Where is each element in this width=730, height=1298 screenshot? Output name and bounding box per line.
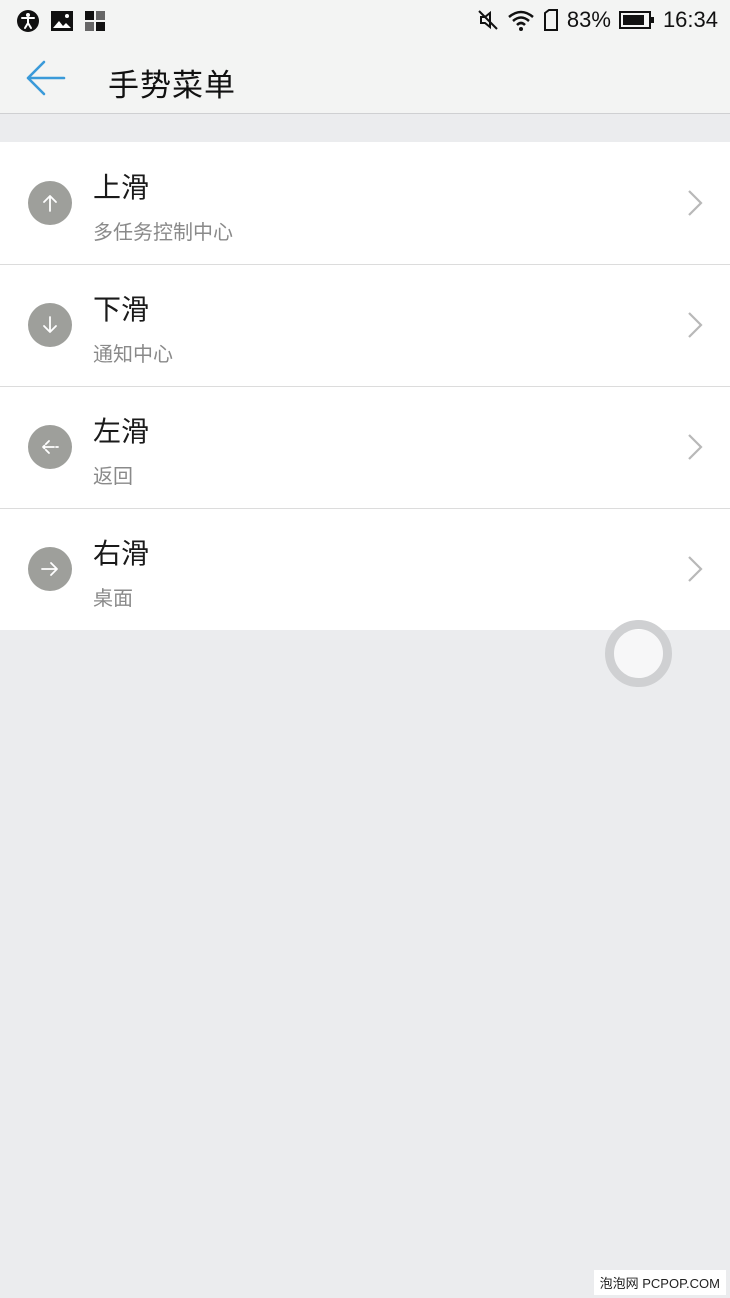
battery-icon (618, 11, 654, 29)
sim-icon (543, 9, 558, 31)
back-button[interactable] (22, 56, 68, 100)
page-title: 手势菜单 (108, 68, 236, 104)
gesture-action: 返回 (93, 464, 133, 488)
status-bar: 83% 16:34 (0, 0, 730, 42)
app-bar: 手势菜单 (0, 42, 730, 114)
gesture-title: 上滑 (93, 171, 150, 204)
gesture-list: 上滑 多任务控制中心 下滑 通知中心 左滑 返回 右滑 桌面 (0, 142, 730, 630)
accessibility-icon (17, 10, 39, 32)
watermark: 泡泡网 PCPOP.COM (593, 1270, 726, 1295)
battery-percent: 83% (566, 7, 611, 32)
arrow-down-icon (28, 303, 72, 347)
gesture-action: 多任务控制中心 (93, 220, 233, 244)
gesture-item-swipe-left[interactable]: 左滑 返回 (0, 386, 730, 508)
gesture-action: 通知中心 (93, 342, 173, 366)
clock: 16:34 (662, 7, 718, 32)
gesture-action: 桌面 (93, 586, 133, 610)
gesture-title: 左滑 (93, 415, 150, 448)
floating-touch-button[interactable] (605, 620, 672, 687)
app-grid-icon (85, 11, 105, 31)
wifi-icon (508, 10, 534, 31)
arrow-right-icon (28, 547, 72, 591)
chevron-right-icon (688, 312, 703, 338)
arrow-up-icon (28, 181, 72, 225)
mute-icon (478, 10, 498, 30)
gesture-item-swipe-up[interactable]: 上滑 多任务控制中心 (0, 142, 730, 264)
chevron-right-icon (688, 190, 703, 216)
image-icon (51, 11, 73, 31)
arrow-left-icon (28, 425, 72, 469)
chevron-right-icon (688, 556, 703, 582)
gesture-title: 下滑 (93, 293, 150, 326)
gesture-title: 右滑 (93, 537, 150, 570)
gesture-item-swipe-down[interactable]: 下滑 通知中心 (0, 264, 730, 386)
gesture-item-swipe-right[interactable]: 右滑 桌面 (0, 508, 730, 630)
chevron-right-icon (688, 434, 703, 460)
back-arrow-icon (26, 60, 66, 96)
